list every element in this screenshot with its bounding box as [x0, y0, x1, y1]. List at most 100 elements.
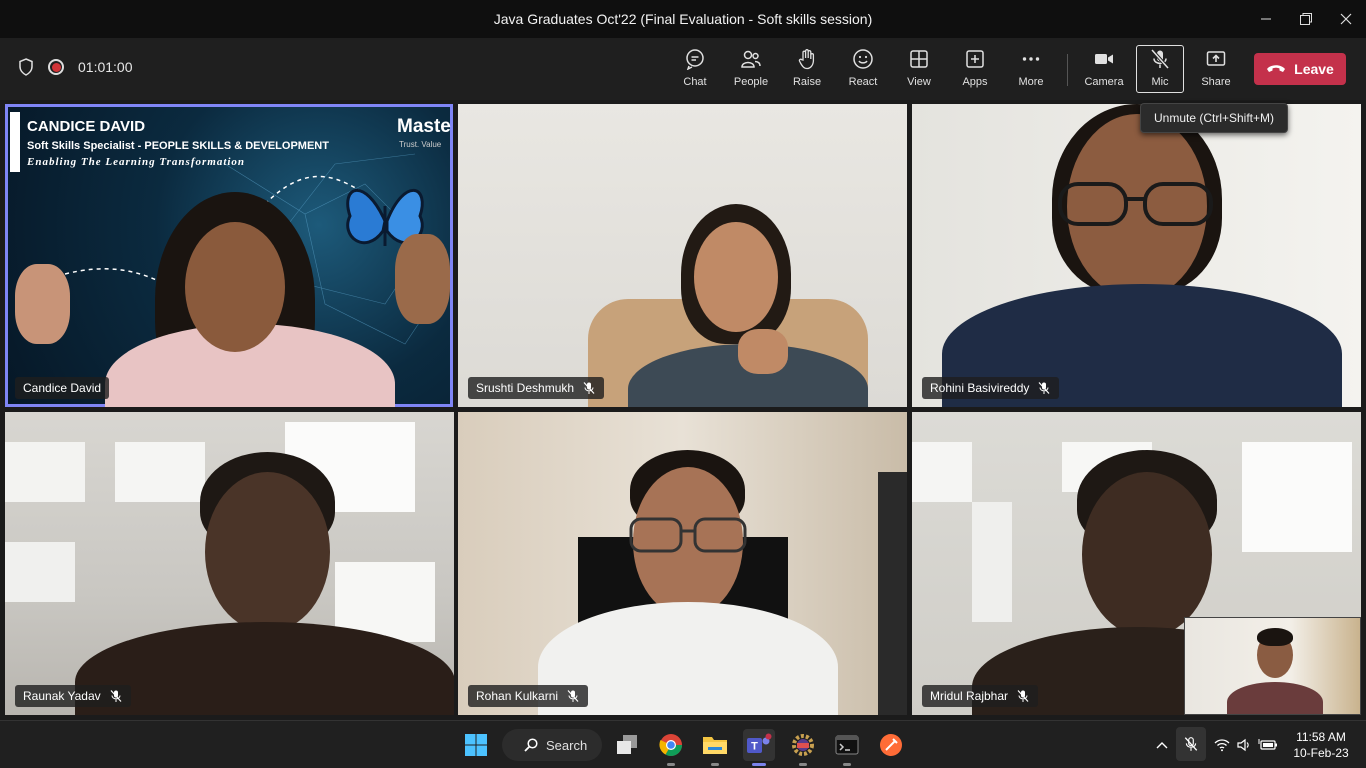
video-tile-srushti-deshmukh[interactable]: Srushti Deshmukh — [458, 104, 907, 407]
slide-logo-tagline: Trust. Value — [399, 140, 442, 149]
close-button[interactable] — [1326, 0, 1366, 38]
leave-button[interactable]: Leave — [1254, 53, 1346, 85]
glasses-graphic — [629, 517, 747, 553]
start-button[interactable] — [460, 729, 492, 761]
mic-button[interactable]: Mic — [1136, 45, 1184, 93]
apps-button[interactable]: Apps — [951, 46, 999, 94]
video-tile-rohan-kulkarni[interactable]: Rohan Kulkarni — [458, 412, 907, 715]
file-explorer-app[interactable] — [699, 729, 731, 766]
slide-name: CANDICE DAVID — [27, 118, 146, 135]
raise-hand-button[interactable]: Raise — [783, 46, 831, 94]
svg-text:T: T — [751, 741, 758, 753]
meeting-timer: 01:01:00 — [78, 59, 133, 75]
slide-tagline: Enabling The Learning Transformation — [27, 156, 246, 168]
meeting-info: 01:01:00 — [18, 58, 133, 76]
window-frame-graphic — [878, 472, 907, 715]
mic-off-icon — [110, 690, 122, 702]
nametag: Rohini Basivireddy — [922, 377, 1060, 399]
camera-label: Camera — [1084, 76, 1124, 88]
smiley-icon — [853, 49, 873, 69]
terminal-icon — [835, 735, 859, 755]
participant-name: Rohini Basivireddy — [930, 381, 1030, 395]
mic-off-icon — [1184, 737, 1198, 751]
maximize-button[interactable] — [1286, 0, 1326, 38]
apps-label: Apps — [962, 76, 988, 88]
nametag: Rohan Kulkarni — [468, 685, 589, 707]
participant-name: Srushti Deshmukh — [476, 381, 575, 395]
add-app-icon — [966, 50, 984, 68]
camera-button[interactable]: Camera — [1080, 46, 1128, 94]
people-button[interactable]: People — [727, 46, 775, 94]
chevron-up-icon — [1156, 742, 1168, 749]
teams-app[interactable]: T — [743, 729, 775, 766]
hand-icon — [798, 49, 815, 70]
meeting-toolbar: 01:01:00 Chat People Raise React View Ap… — [0, 38, 1366, 100]
toolbar-divider — [1067, 54, 1068, 86]
battery-status[interactable] — [1258, 735, 1278, 755]
camera-icon — [1095, 54, 1113, 64]
chrome-app[interactable] — [655, 729, 687, 766]
search-label: Search — [546, 737, 588, 753]
tray-overflow-button[interactable] — [1152, 735, 1172, 755]
participant-hand-left — [15, 264, 70, 344]
chrome-icon — [659, 734, 682, 756]
nametag: Srushti Deshmukh — [468, 377, 605, 399]
people-icon — [741, 50, 761, 68]
participant-name: Candice David — [23, 381, 102, 395]
search-icon — [524, 738, 538, 752]
terminal-app[interactable] — [831, 729, 863, 766]
folder-icon — [703, 737, 727, 754]
volume-status[interactable] — [1234, 735, 1254, 755]
windows-logo-icon — [465, 734, 487, 756]
mic-off-icon — [583, 382, 595, 394]
video-tile-rohini-basivireddy[interactable]: Rohini Basivireddy — [912, 104, 1361, 407]
slide-accent-bar — [10, 112, 20, 172]
slide-role: Soft Skills Specialist - PEOPLE SKILLS &… — [27, 140, 329, 152]
ellipsis-icon — [1022, 57, 1040, 61]
grid-icon — [910, 50, 928, 68]
people-label: People — [733, 76, 769, 88]
participant-face — [1082, 472, 1212, 637]
self-view-video[interactable] — [1184, 617, 1361, 715]
title-bar: Java Graduates Oct'22 (Final Evaluation … — [0, 0, 1366, 38]
active-indicator — [752, 763, 766, 766]
hang-up-icon — [1267, 65, 1286, 72]
running-indicator — [799, 763, 807, 766]
postman-app[interactable] — [875, 729, 907, 761]
ide-app[interactable] — [787, 729, 819, 766]
chat-icon — [686, 49, 704, 70]
taskbar-clock[interactable]: 11:58 AM 10-Feb-23 — [1288, 729, 1354, 761]
participant-hand-right — [395, 234, 450, 324]
view-label: View — [907, 76, 931, 88]
chat-button[interactable]: Chat — [671, 46, 719, 94]
windows-taskbar: Search T 11:58 AM 10-Feb-23 — [0, 720, 1366, 768]
react-label: React — [848, 76, 878, 88]
clock-date: 10-Feb-23 — [1293, 746, 1349, 760]
self-body — [1227, 682, 1323, 714]
wifi-status[interactable] — [1212, 735, 1232, 755]
video-tile-raunak-yadav[interactable]: Raunak Yadav — [5, 412, 454, 715]
chat-label: Chat — [683, 76, 707, 88]
share-label: Share — [1201, 76, 1231, 88]
mic-off-icon — [567, 690, 579, 702]
participant-name: Mridul Rajbhar — [930, 689, 1009, 703]
more-label: More — [1018, 76, 1044, 88]
react-button[interactable]: React — [839, 46, 887, 94]
taskbar-search[interactable]: Search — [502, 729, 602, 761]
tray-mic-button[interactable] — [1176, 727, 1206, 761]
mic-off-icon — [1017, 690, 1029, 702]
task-view-icon — [617, 735, 637, 754]
running-indicator — [667, 763, 675, 766]
minimize-button[interactable] — [1246, 0, 1286, 38]
more-button[interactable]: More — [1007, 46, 1055, 94]
task-view-button[interactable] — [611, 729, 643, 761]
share-button[interactable]: Share — [1192, 46, 1240, 94]
video-tile-candice-david[interactable]: CANDICE DAVID Soft Skills Specialist - P… — [5, 104, 453, 407]
window-title: Java Graduates Oct'22 (Final Evaluation … — [493, 11, 873, 27]
slide-logo: Maste — [397, 116, 451, 137]
battery-charging-icon — [1258, 739, 1277, 750]
view-button[interactable]: View — [895, 46, 943, 94]
participant-name: Raunak Yadav — [23, 689, 101, 703]
raise-label: Raise — [792, 76, 822, 88]
speaker-icon — [1237, 738, 1249, 752]
